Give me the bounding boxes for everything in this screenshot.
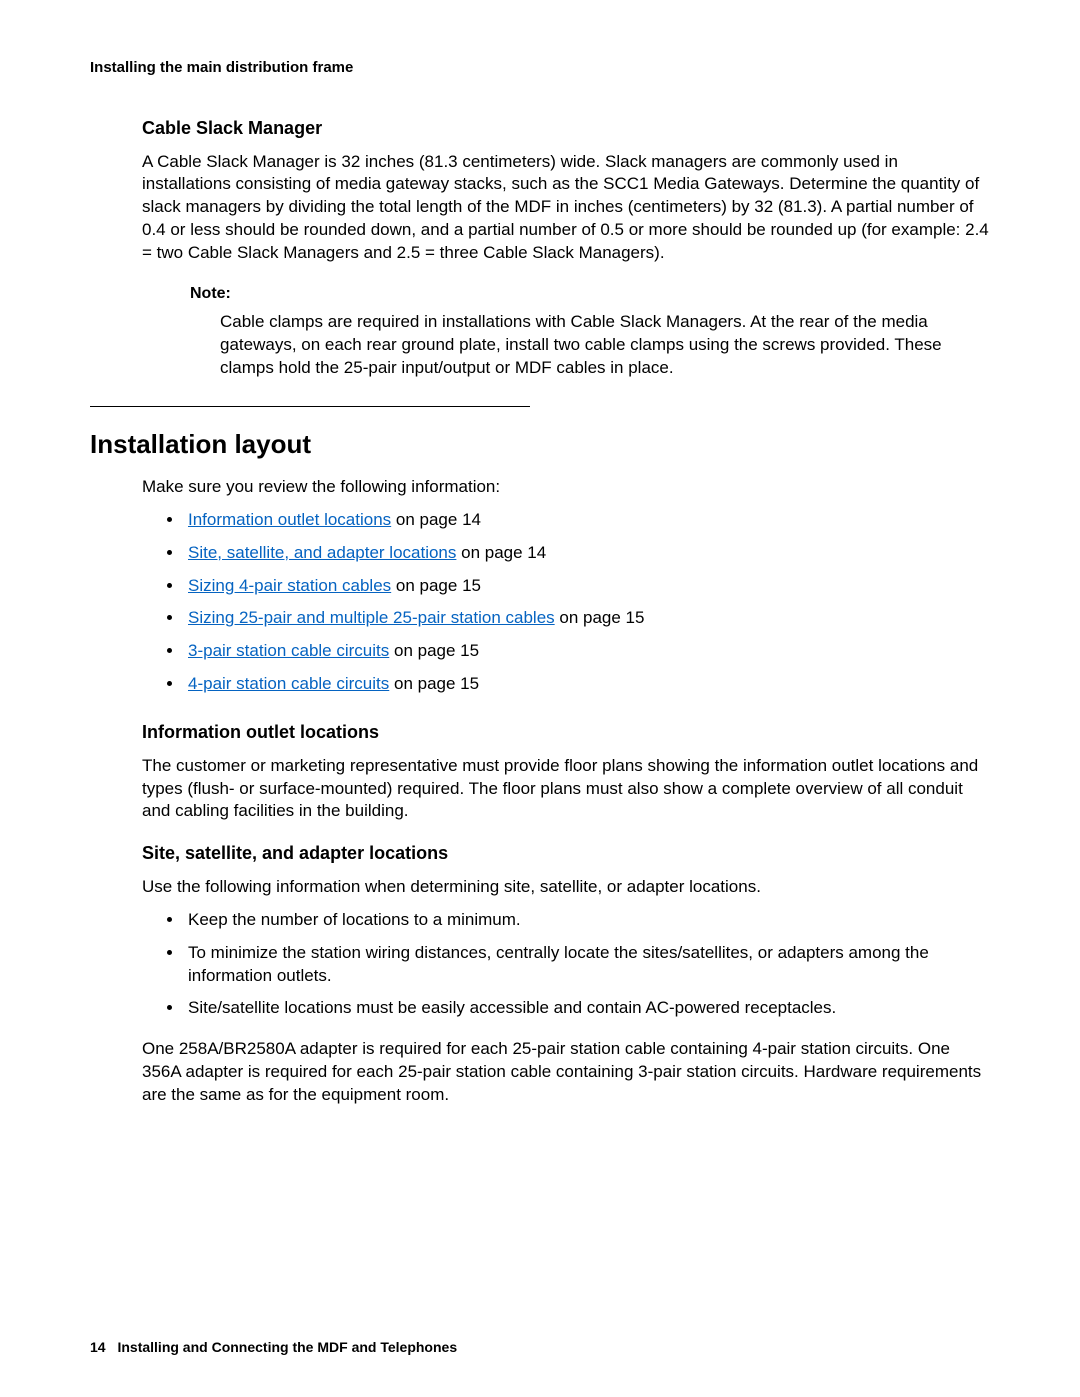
section-cable-slack-manager: Cable Slack Manager A Cable Slack Manage… xyxy=(142,116,990,379)
link-suffix: on page 15 xyxy=(555,608,645,627)
link-suffix: on page 14 xyxy=(456,543,546,562)
intro-installation-layout: Make sure you review the following infor… xyxy=(142,476,990,499)
link-4-pair-circuits[interactable]: 4-pair station cable circuits xyxy=(188,674,389,693)
note-label: Note: xyxy=(190,283,990,305)
running-header: Installing the main distribution frame xyxy=(90,58,990,78)
link-suffix: on page 15 xyxy=(389,674,479,693)
page-footer: 14 Installing and Connecting the MDF and… xyxy=(90,1338,457,1357)
list-item: Keep the number of locations to a minimu… xyxy=(184,909,990,932)
list-item: Information outlet locations on page 14 xyxy=(184,509,990,532)
list-item: To minimize the station wiring distances… xyxy=(184,942,990,988)
page-number: 14 xyxy=(90,1339,106,1355)
note-block: Note: Cable clamps are required in insta… xyxy=(190,283,990,379)
link-suffix: on page 15 xyxy=(391,576,481,595)
bullet-list-site-satellite: Keep the number of locations to a minimu… xyxy=(160,909,990,1021)
link-3-pair-circuits[interactable]: 3-pair station cable circuits xyxy=(188,641,389,660)
link-sizing-4-pair[interactable]: Sizing 4-pair station cables xyxy=(188,576,391,595)
list-item: 3-pair station cable circuits on page 15 xyxy=(184,640,990,663)
page: Installing the main distribution frame C… xyxy=(0,0,1080,1397)
list-item: Site/satellite locations must be easily … xyxy=(184,997,990,1020)
intro-site-satellite-adapter: Use the following information when deter… xyxy=(142,876,990,899)
list-item: Site, satellite, and adapter locations o… xyxy=(184,542,990,565)
list-item: 4-pair station cable circuits on page 15 xyxy=(184,673,990,696)
link-list: Information outlet locations on page 14 … xyxy=(160,509,990,697)
list-item: Sizing 25-pair and multiple 25-pair stat… xyxy=(184,607,990,630)
section-divider xyxy=(90,406,530,407)
link-information-outlet-locations[interactable]: Information outlet locations xyxy=(188,510,391,529)
heading-information-outlet-locations: Information outlet locations xyxy=(142,720,990,744)
note-body: Cable clamps are required in installatio… xyxy=(220,311,990,380)
para-information-outlet-locations: The customer or marketing representative… xyxy=(142,755,990,824)
para-adapters: One 258A/BR2580A adapter is required for… xyxy=(142,1038,990,1107)
heading-cable-slack-manager: Cable Slack Manager xyxy=(142,116,990,140)
link-suffix: on page 14 xyxy=(391,510,481,529)
section-installation-layout: Make sure you review the following infor… xyxy=(142,476,990,1107)
footer-title: Installing and Connecting the MDF and Te… xyxy=(117,1339,457,1355)
heading-installation-layout: Installation layout xyxy=(90,427,990,462)
link-suffix: on page 15 xyxy=(389,641,479,660)
list-item: Sizing 4-pair station cables on page 15 xyxy=(184,575,990,598)
heading-site-satellite-adapter: Site, satellite, and adapter locations xyxy=(142,841,990,865)
link-site-satellite-adapter-locations[interactable]: Site, satellite, and adapter locations xyxy=(188,543,456,562)
link-sizing-25-pair[interactable]: Sizing 25-pair and multiple 25-pair stat… xyxy=(188,608,555,627)
para-cable-slack-manager: A Cable Slack Manager is 32 inches (81.3… xyxy=(142,151,990,266)
